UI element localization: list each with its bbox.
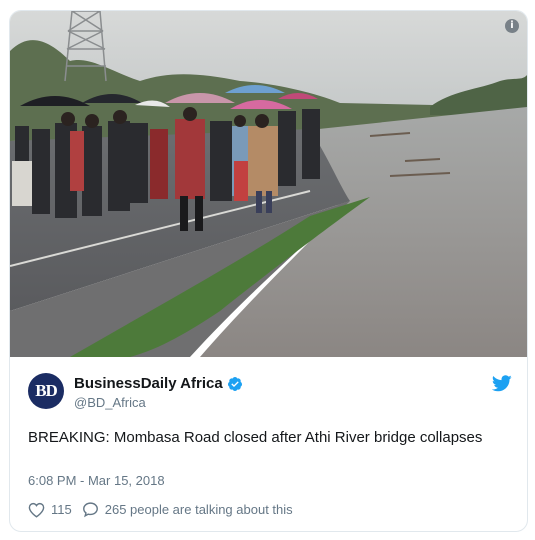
- like-count: 115: [51, 502, 72, 517]
- flood-photo-image: [10, 11, 527, 357]
- account-names: BusinessDaily Africa @BD_Africa: [74, 375, 243, 410]
- like-action[interactable]: 115: [28, 502, 72, 518]
- verified-badge-icon: [227, 376, 242, 391]
- speech-bubble-icon: [82, 502, 98, 518]
- account-handle[interactable]: @BD_Africa: [74, 395, 243, 410]
- avatar[interactable]: BD: [28, 373, 64, 409]
- conversation-count: 265 people are talking about this: [104, 502, 293, 517]
- twitter-bird-icon[interactable]: [492, 375, 512, 392]
- tweet-timestamp[interactable]: 6:08 PM - Mar 15, 2018: [28, 473, 165, 488]
- tweet-photo[interactable]: i: [10, 11, 527, 357]
- tweet-text: BREAKING: Mombasa Road closed after Athi…: [28, 429, 483, 446]
- tweet-header: BD BusinessDaily Africa @BD_Africa: [28, 373, 512, 417]
- reply-action[interactable]: 265 people are talking about this: [82, 501, 293, 518]
- tweet-actions: 115 265 people are talking about this: [28, 501, 303, 518]
- display-name[interactable]: BusinessDaily Africa: [74, 375, 223, 392]
- info-icon[interactable]: i: [505, 19, 519, 33]
- tweet-card[interactable]: i BD BusinessDaily Africa @BD_Africa BRE…: [9, 10, 528, 532]
- display-name-row: BusinessDaily Africa: [74, 375, 243, 392]
- heart-icon: [28, 502, 45, 518]
